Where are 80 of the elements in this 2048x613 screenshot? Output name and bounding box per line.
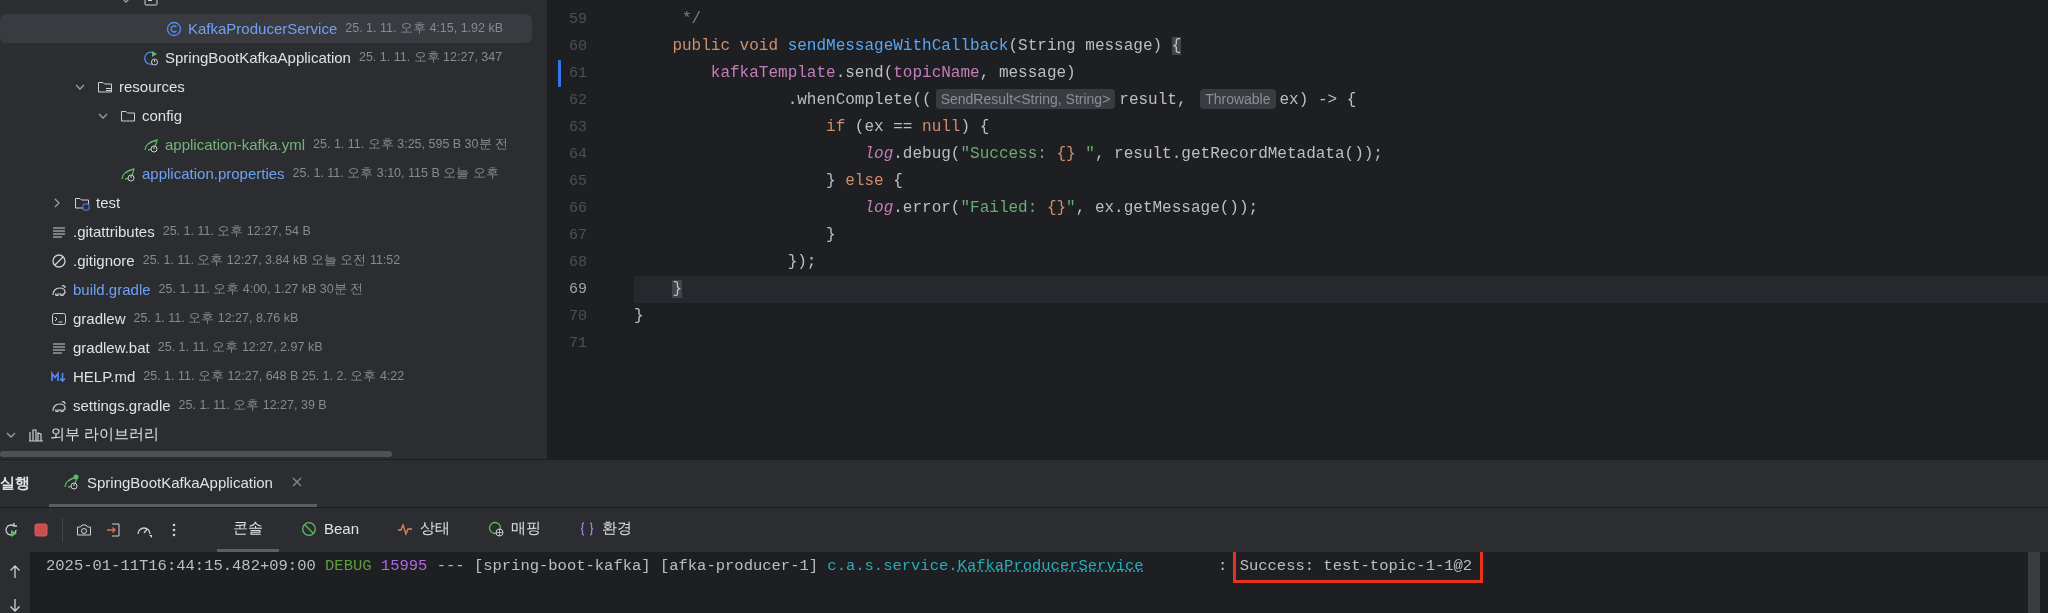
camera-icon: [76, 522, 92, 538]
view-tab[interactable]: 매핑: [472, 508, 558, 552]
class-icon: [166, 20, 182, 37]
file-name: application.properties: [142, 165, 285, 182]
file-name: gradlew.bat: [73, 339, 150, 356]
tree-item[interactable]: SpringBootKafkaApplication 25. 1. 11. 오후 12:27, 347: [0, 43, 532, 72]
tree-item[interactable]: HELP.md 25. 1. 11. 오후 12:27, 648 B 25. 1. 2. 오후 4:22: [0, 362, 532, 391]
file-name: KafkaProducerService: [188, 20, 338, 37]
file-info: 25. 1. 11. 오후 4:00, 1.27 kB 30분 전: [158, 281, 364, 298]
code-line: }: [634, 306, 645, 327]
file-name: config: [142, 107, 183, 124]
code-line: });: [786, 252, 818, 273]
file-name: gradlew: [73, 310, 126, 327]
file-name: settings.gradle: [73, 397, 171, 414]
file-info: 25. 1. 11. 오후 12:27, 2.97 kB: [157, 339, 323, 356]
file-info: 25. 1. 11. 오후 12:27, 3.84 kB 오늘 오전 11:52: [142, 252, 401, 269]
view-tab[interactable]: Bean: [285, 508, 376, 552]
code-line: } else {: [825, 171, 904, 192]
code-line: */: [681, 9, 703, 30]
ban-icon: [51, 252, 67, 269]
leaf-icon: [143, 136, 159, 153]
braces-icon: [579, 520, 596, 537]
file-info: 25. 1. 11. 오후 4:15, 1.92 kB: [345, 20, 504, 37]
file-name: .gitignore: [73, 252, 135, 269]
tree-item[interactable]: application.properties 25. 1. 11. 오후 3:10, 115 B 오늘 오후: [0, 159, 532, 188]
markdown-icon: [51, 368, 67, 385]
file-info: 25. 1. 11. 오후 3:25, 595 B 30분 전: [313, 136, 508, 153]
tree-item[interactable]: config: [0, 101, 532, 130]
file-name: resources: [119, 78, 185, 95]
tree-item[interactable]: KafkaProducerService 25. 1. 11. 오후 4:15, 1.92 kB: [0, 14, 532, 43]
leaf-icon: [120, 165, 136, 182]
globe-icon: [488, 520, 505, 537]
tree-item[interactable]: .gitignore 25. 1. 11. 오후 12:27, 3.84 kB 오늘 오전 11:52: [0, 246, 532, 275]
tree-item[interactable]: resources: [0, 72, 532, 101]
code-line: .whenComplete(( SendResult<String, String> result, Throwable ex) -> {: [786, 88, 1358, 111]
file-name: SpringBootKafkaApplication: [165, 49, 351, 66]
file-name: .gitattributes: [73, 223, 155, 240]
stop-icon: [33, 522, 49, 538]
code-line: kafkaTemplate.send(topicName, message): [709, 63, 1077, 84]
scrollbar[interactable]: [0, 451, 392, 457]
library-icon: [28, 426, 44, 443]
file-info: 25. 1. 11. 오후 12:27, 347: [358, 49, 503, 66]
down-arrow-icon: [7, 597, 23, 613]
file-info: 25. 1. 11. 오후 12:27, 648 B 25. 1. 2. 오후 4:22: [143, 368, 405, 385]
file-info: 25. 1. 11. 오후 12:27, 39 B: [178, 397, 327, 414]
code-line: }: [825, 225, 837, 246]
file-info: 25. 1. 11. 오후 3:10, 115 B 오늘 오후: [292, 165, 499, 182]
tree-item[interactable]: gradlew 25. 1. 11. 오후 12:27, 8.76 kB: [0, 304, 532, 333]
console-line: 2025-01-11T16:44:15.482+09:00 DEBUG 15995 --- [spring-boot-kafka] [afka-producer-1] c.a.s.service.KafkaProducerService : Success: test-topic-1-1@2: [46, 555, 1484, 583]
code-line: log.error("Failed: {}", ex.getMessage());: [863, 198, 1260, 219]
file-name: application-kafka.yml: [165, 136, 306, 153]
terminal-icon: [51, 310, 67, 327]
code-line: public void sendMessageWithCallback(String message) {: [671, 36, 1183, 57]
tree-item[interactable]: .gitattributes 25. 1. 11. 오후 12:27, 54 B: [0, 217, 532, 246]
tree-item[interactable]: 외부 라이브러리: [0, 420, 532, 449]
code-line: if (ex == null) {: [825, 117, 991, 138]
file-name: HELP.md: [73, 368, 136, 385]
panel-title: 실행: [0, 474, 30, 493]
tree-item[interactable]: gradlew.bat 25. 1. 11. 오후 12:27, 2.97 kB: [0, 333, 532, 362]
rerun-icon: [3, 522, 19, 538]
file-name: 외부 라이브러리: [50, 425, 160, 444]
run-tab[interactable]: SpringBootKafkaApplication: [49, 460, 317, 507]
code-line: log.debug("Success: {} ", result.getRecordMetadata());: [863, 144, 1384, 165]
file-name: build.gradle: [73, 281, 151, 298]
file-info: 25. 1. 11. 오후 12:27, 8.76 kB: [133, 310, 299, 327]
tree-item[interactable]: application-kafka.yml 25. 1. 11. 오후 3:25, 595 B 30분 전: [0, 130, 532, 159]
line-number: 69: [568, 280, 587, 300]
tree-item[interactable]: test: [0, 188, 532, 217]
view-tab[interactable]: 상태: [381, 508, 467, 552]
scroll-down-button[interactable]: [7, 597, 23, 613]
tree-item[interactable]: build.gradle 25. 1. 11. 오후 4:00, 1.27 kB 30분 전: [0, 275, 532, 304]
tree-item[interactable]: settings.gradle 25. 1. 11. 오후 12:27, 39 B: [0, 391, 532, 420]
scrollbar[interactable]: [2028, 552, 2040, 613]
file-info: 25. 1. 11. 오후 12:27, 54 B: [162, 223, 311, 240]
spring-run-icon: [63, 474, 79, 490]
view-tab[interactable]: 환경: [563, 508, 649, 552]
exit-icon: [106, 522, 122, 538]
spring-run-icon: [143, 49, 159, 66]
file-name: test: [96, 194, 121, 211]
ban-icon: [301, 520, 317, 537]
